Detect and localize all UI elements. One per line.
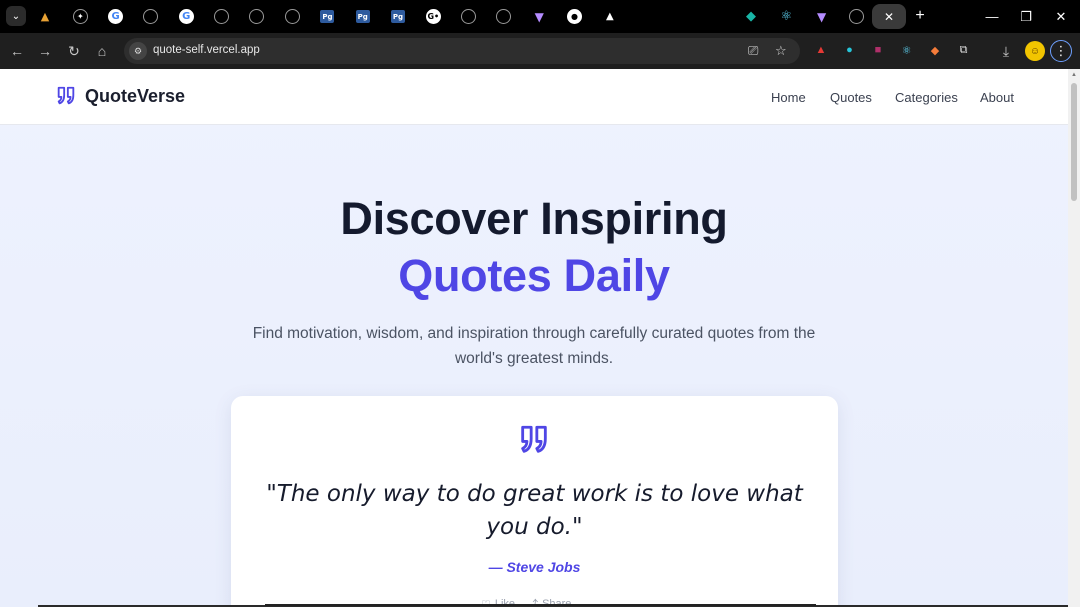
close-tab-icon[interactable]: ✕ — [884, 10, 894, 24]
vite-icon: ▼ — [816, 9, 827, 24]
browser-tab[interactable] — [663, 4, 697, 29]
profile-avatar[interactable]: ☺ — [1025, 41, 1045, 61]
reload-icon[interactable]: ↻ — [64, 41, 84, 61]
globe-icon — [461, 9, 477, 24]
browser-tab[interactable]: ● — [558, 4, 592, 29]
browser-tab[interactable]: ⚛ — [769, 4, 803, 29]
active-tab[interactable]: ✕ — [872, 4, 906, 29]
globe-icon — [496, 9, 512, 24]
tab-search-button[interactable]: ⌄ — [6, 6, 26, 26]
google-icon: G — [108, 9, 124, 24]
taskbar-indicator — [265, 604, 816, 606]
hero-title-accent: Quotes Daily — [398, 250, 670, 301]
nav-about[interactable]: About — [980, 90, 1014, 105]
ghost-teal-icon[interactable]: ● — [842, 42, 858, 58]
browser-tab[interactable]: Pg — [310, 4, 344, 29]
browser-tab[interactable]: ▲ — [28, 4, 62, 29]
url-text[interactable]: quote-self.vercel.app — [153, 44, 260, 56]
browser-tab[interactable]: G — [99, 4, 133, 29]
mountain-icon: ▲ — [40, 10, 50, 23]
browser-tab[interactable]: ▼ — [805, 4, 839, 29]
puzzle-icon[interactable]: ⧉ — [956, 42, 972, 58]
hero-subtitle: Find motivation, wisdom, and inspiration… — [252, 325, 816, 367]
browser-tab[interactable] — [487, 4, 521, 29]
browser-toolbar: ← → ↻ ⌂ ⚙ quote-self.vercel.app ⎚ ☆ ▲ ● ■ ⚛… — [0, 33, 1080, 69]
page-scrollbar[interactable]: ▲ — [1068, 69, 1080, 607]
browser-tab[interactable]: G — [169, 4, 203, 29]
featured-quote-card: "The only way to do great work is to lov… — [231, 396, 838, 607]
browser-tab[interactable]: Pg — [381, 4, 415, 29]
page-viewport: QuoteVerse Home Quotes Categories About … — [0, 69, 1068, 607]
install-app-icon[interactable]: ⎚ — [748, 43, 758, 59]
home-icon[interactable]: ⌂ — [92, 41, 112, 61]
photo-icon[interactable]: ■ — [870, 42, 886, 58]
bookmark-star-icon[interactable]: ☆ — [775, 43, 787, 59]
nav-categories[interactable]: Categories — [895, 90, 958, 105]
forward-icon[interactable]: → — [35, 41, 55, 61]
pg-icon: Pg — [320, 10, 335, 23]
browser-tab[interactable]: ✦ — [63, 4, 97, 29]
hero-title: Discover Inspiring — [340, 193, 728, 244]
scroll-thumb[interactable] — [1071, 83, 1077, 201]
minimize-button[interactable]: — — [973, 0, 1011, 33]
vite-icon: ▼ — [534, 9, 544, 24]
browser-tab[interactable] — [840, 4, 874, 29]
openai-icon: ✦ — [72, 9, 88, 24]
browser-tab[interactable] — [699, 4, 733, 29]
quote-author: — Steve Jobs — [488, 559, 581, 575]
browser-tab[interactable] — [134, 4, 168, 29]
site-info-icon[interactable]: ⚙ — [129, 42, 147, 60]
ghost-red-icon[interactable]: ▲ — [813, 42, 829, 58]
restore-button[interactable]: ❐ — [1007, 0, 1045, 33]
globe-icon — [214, 9, 229, 24]
browser-tab[interactable]: Pg — [346, 4, 380, 29]
google-icon: G — [178, 9, 194, 24]
globe-icon — [143, 9, 159, 24]
browser-menu-icon[interactable]: ⋮ — [1050, 40, 1072, 62]
apple-icon — [673, 9, 688, 24]
browser-tab[interactable] — [275, 4, 309, 29]
back-icon[interactable]: ← — [7, 41, 27, 61]
nav-quotes[interactable]: Quotes — [830, 90, 872, 105]
browser-tab[interactable]: G• — [416, 4, 450, 29]
diamond-icon: ◆ — [746, 9, 756, 24]
browser-tab[interactable]: ◆ — [734, 4, 768, 29]
address-bar[interactable]: ⚙ quote-self.vercel.app ⎚ ☆ — [124, 38, 800, 64]
brand-name: QuoteVerse — [85, 85, 186, 106]
quote-mark-icon — [521, 425, 547, 453]
browser-tab[interactable] — [205, 4, 239, 29]
fox-icon[interactable]: ◆ — [927, 42, 943, 58]
dots-icon: G• — [425, 9, 441, 24]
pg-icon: Pg — [391, 10, 405, 23]
quote-logo-icon — [57, 86, 75, 105]
browser-tab[interactable] — [452, 4, 486, 29]
browser-tab[interactable] — [240, 4, 274, 29]
react-icon[interactable]: ⚛ — [899, 42, 915, 58]
download-icon[interactable]: ⤓ — [996, 41, 1016, 61]
tab-strip: ⌄ ▲ ✦ G G Pg Pg Pg G• ▼ ● ▲ ◆ ⚛ ▼ ✕ + — ❐ ✕ — [0, 0, 1080, 33]
brand-logo[interactable]: QuoteVerse — [55, 85, 185, 107]
browser-tab[interactable]: ▼ — [522, 4, 556, 29]
browser-tab[interactable] — [628, 4, 662, 29]
globe-icon — [849, 9, 865, 24]
triangle-icon: ▲ — [605, 11, 614, 22]
close-window-button[interactable]: ✕ — [1042, 0, 1080, 33]
apple-icon — [708, 9, 723, 24]
globe-icon — [284, 9, 300, 24]
github-icon: ● — [567, 9, 582, 24]
nav-home[interactable]: Home — [771, 90, 806, 105]
pg-icon: Pg — [355, 10, 370, 23]
apple-icon — [638, 9, 653, 24]
new-tab-button[interactable]: + — [910, 6, 930, 26]
quote-text: "The only way to do great work is to lov… — [266, 481, 803, 540]
globe-icon — [249, 9, 265, 24]
site-navbar: QuoteVerse Home Quotes Categories About — [0, 69, 1068, 125]
browser-tab[interactable]: ▲ — [593, 4, 627, 29]
react-icon: ⚛ — [780, 9, 793, 24]
scroll-up-icon[interactable]: ▲ — [1071, 72, 1077, 78]
